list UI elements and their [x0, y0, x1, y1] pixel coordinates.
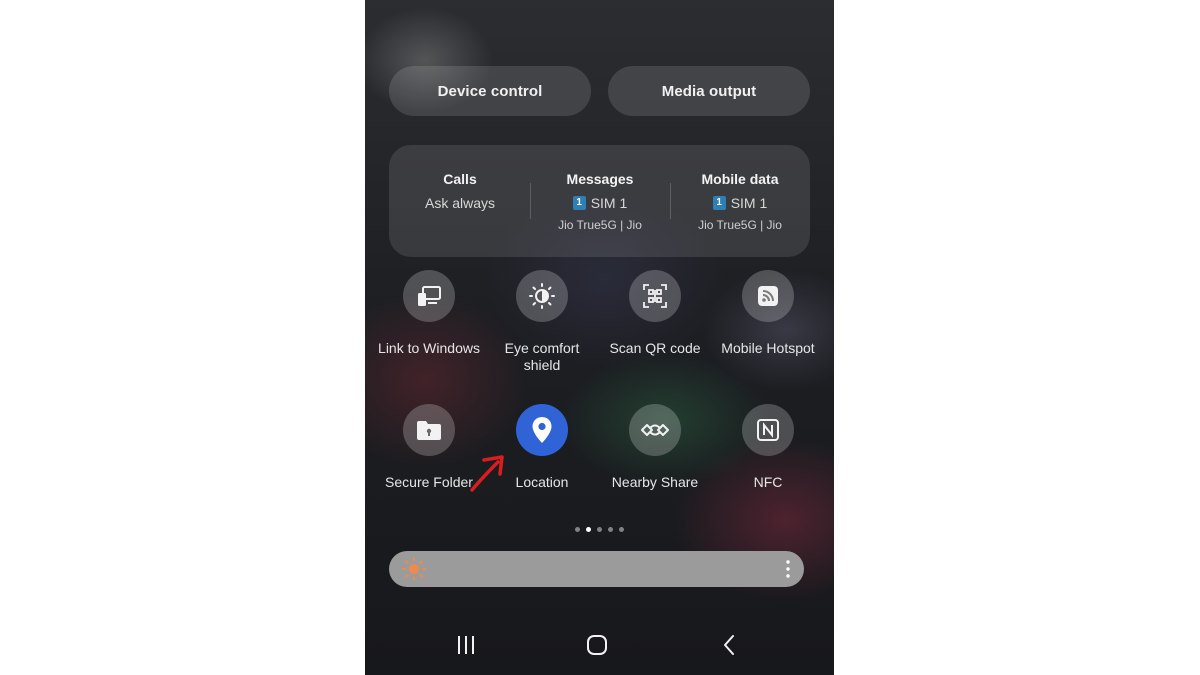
quick-panel: Device control Media output Calls Ask al…: [365, 0, 834, 675]
tile-mobile-hotspot[interactable]: Mobile Hotspot: [712, 270, 824, 357]
link-to-windows-icon[interactable]: [403, 270, 455, 322]
media-output-button[interactable]: Media output: [608, 66, 810, 116]
page-dot[interactable]: [597, 527, 602, 532]
tile-label: Scan QR code: [609, 340, 701, 356]
sim-badge: 1: [572, 196, 586, 210]
messages-carrier: Jio True5G | Jio: [558, 218, 642, 232]
secure-folder-icon[interactable]: [403, 404, 455, 456]
tile-eye-comfort-shield[interactable]: Eye comfort shield: [486, 270, 598, 374]
tile-nfc[interactable]: NFC: [712, 404, 824, 491]
sim-manager-card[interactable]: Calls Ask always Messages 1 SIM 1 Jio Tr…: [389, 145, 810, 257]
tile-nearby-share[interactable]: Nearby Share: [599, 404, 711, 491]
back-icon[interactable]: [714, 632, 744, 658]
tile-link-to-windows[interactable]: Link to Windows: [373, 270, 485, 357]
sim-badge: 1: [712, 196, 726, 210]
more-options-icon[interactable]: [786, 560, 790, 583]
tile-label: NFC: [753, 474, 783, 490]
page-dot[interactable]: [575, 527, 580, 532]
nearby-share-icon[interactable]: [629, 404, 681, 456]
page-dot[interactable]: [608, 527, 613, 532]
calls-title: Calls: [443, 171, 477, 187]
sun-icon: [401, 557, 427, 586]
device-control-button[interactable]: Device control: [389, 66, 591, 116]
location-pin-icon[interactable]: [516, 404, 568, 456]
page-dot-active[interactable]: [586, 527, 591, 532]
messages-sim: 1 SIM 1: [530, 195, 670, 211]
tile-label: Mobile Hotspot: [721, 340, 815, 356]
tile-label: Eye comfort shield: [504, 340, 580, 373]
tile-scan-qr-code[interactable]: Scan QR code: [599, 270, 711, 357]
mobile-data-sim-setting[interactable]: Mobile data 1 SIM 1 Jio True5G | Jio: [670, 145, 810, 257]
navigation-bar: [365, 628, 834, 662]
brightness-slider[interactable]: [389, 551, 804, 587]
annotation-arrow-icon: [468, 452, 512, 499]
eye-comfort-icon[interactable]: [516, 270, 568, 322]
mobile-data-sim: 1 SIM 1: [670, 195, 810, 211]
page-indicator: [365, 527, 834, 532]
recent-apps-icon[interactable]: [451, 632, 481, 658]
qr-code-icon[interactable]: [629, 270, 681, 322]
tile-label: Nearby Share: [611, 474, 699, 490]
tile-label: Link to Windows: [378, 340, 480, 356]
calls-value: Ask always: [424, 195, 496, 211]
page-dot[interactable]: [619, 527, 624, 532]
messages-title: Messages: [566, 171, 634, 187]
mobile-data-carrier: Jio True5G | Jio: [698, 218, 782, 232]
messages-sim-setting[interactable]: Messages 1 SIM 1 Jio True5G | Jio: [530, 145, 670, 257]
calls-sim-setting[interactable]: Calls Ask always: [390, 145, 530, 257]
home-icon[interactable]: [582, 632, 612, 658]
nfc-icon[interactable]: [742, 404, 794, 456]
hotspot-icon[interactable]: [742, 270, 794, 322]
mobile-data-title: Mobile data: [701, 171, 779, 187]
